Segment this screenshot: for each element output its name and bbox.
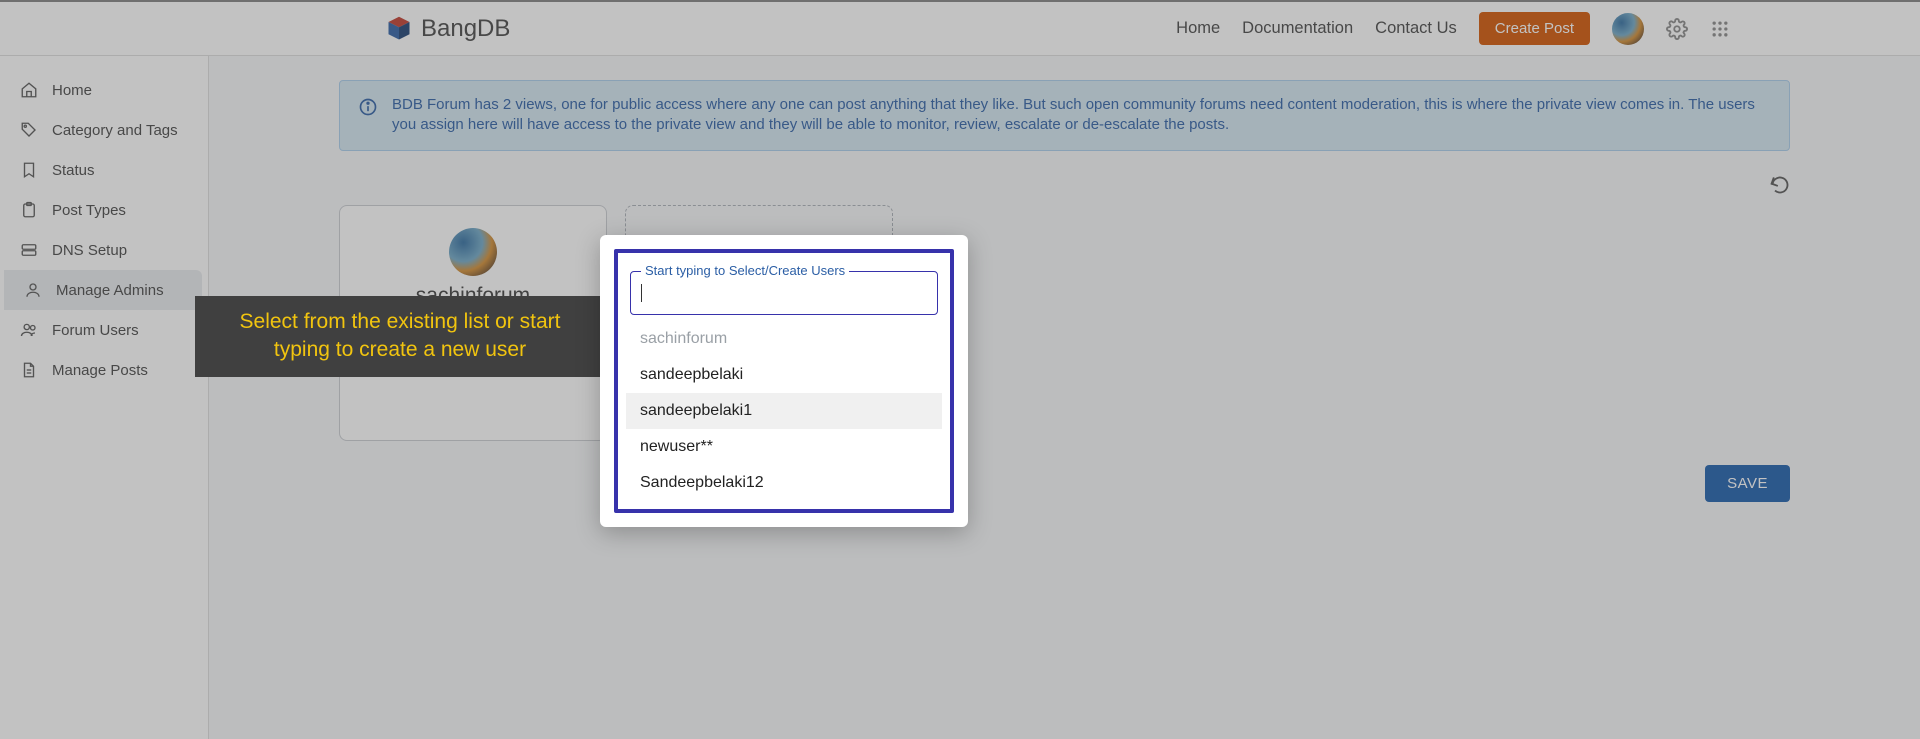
brand[interactable]: BangDB bbox=[385, 15, 510, 43]
sidebar-item-label: Manage Posts bbox=[52, 362, 148, 379]
brand-name: BangDB bbox=[421, 15, 510, 43]
bookmark-icon bbox=[20, 161, 38, 179]
home-icon bbox=[20, 81, 38, 99]
sidebar-item-label: Status bbox=[52, 162, 95, 179]
nav-contact-us[interactable]: Contact Us bbox=[1375, 19, 1457, 38]
user-option[interactable]: sandeepbelaki bbox=[626, 357, 942, 393]
users-icon bbox=[20, 321, 38, 339]
sidebar-item-label: DNS Setup bbox=[52, 242, 127, 259]
user-select-input-wrap[interactable]: Start typing to Select/Create Users bbox=[630, 271, 938, 315]
user-option[interactable]: sandeepbelaki1 bbox=[626, 393, 942, 429]
app-header: BangDB Home Documentation Contact Us Cre… bbox=[0, 0, 1920, 56]
user-option[interactable]: sachinforum bbox=[626, 321, 942, 357]
user-avatar-icon bbox=[449, 228, 497, 276]
info-banner-text: BDB Forum has 2 views, one for public ac… bbox=[392, 95, 1771, 136]
sidebar-item-home[interactable]: Home bbox=[0, 70, 208, 110]
nav-documentation[interactable]: Documentation bbox=[1242, 19, 1353, 38]
file-icon bbox=[20, 361, 38, 379]
refresh-icon[interactable] bbox=[1770, 175, 1790, 195]
brand-logo-icon bbox=[385, 15, 413, 43]
sidebar-item-label: Forum Users bbox=[52, 322, 139, 339]
toolbar bbox=[339, 175, 1790, 195]
sidebar-item-manage-admins[interactable]: Manage Admins bbox=[4, 270, 202, 310]
user-select-modal: Start typing to Select/Create Users sach… bbox=[600, 235, 968, 527]
content-region: BDB Forum has 2 views, one for public ac… bbox=[209, 56, 1920, 739]
sidebar-item-label: Manage Admins bbox=[56, 282, 164, 299]
user-option[interactable]: newuser** bbox=[626, 429, 942, 465]
sidebar-item-label: Post Types bbox=[52, 202, 126, 219]
nav-home[interactable]: Home bbox=[1176, 19, 1220, 38]
sidebar-item-category-tags[interactable]: Category and Tags bbox=[0, 110, 208, 150]
header-inner: BangDB Home Documentation Contact Us Cre… bbox=[190, 12, 1730, 45]
sidebar-item-forum-users[interactable]: Forum Users bbox=[0, 310, 208, 350]
clipboard-icon bbox=[20, 201, 38, 219]
settings-gear-icon[interactable] bbox=[1666, 18, 1688, 40]
sidebar-item-label: Category and Tags bbox=[52, 122, 178, 139]
user-icon bbox=[24, 281, 42, 299]
sidebar-item-label: Home bbox=[52, 82, 92, 99]
user-options-list: sachinforum sandeepbelaki sandeepbelaki1… bbox=[626, 321, 942, 501]
sidebar-item-post-types[interactable]: Post Types bbox=[0, 190, 208, 230]
sidebar-item-status[interactable]: Status bbox=[0, 150, 208, 190]
instruction-tooltip: Select from the existing list or start t… bbox=[195, 296, 605, 377]
apps-grid-icon[interactable] bbox=[1710, 19, 1730, 39]
sidebar-item-manage-posts[interactable]: Manage Posts bbox=[0, 350, 208, 390]
nav-right: Home Documentation Contact Us Create Pos… bbox=[1176, 12, 1730, 45]
server-icon bbox=[20, 241, 38, 259]
sidebar: Home Category and Tags Status Post Types… bbox=[0, 56, 209, 739]
sidebar-item-dns-setup[interactable]: DNS Setup bbox=[0, 230, 208, 270]
save-button[interactable]: SAVE bbox=[1705, 465, 1790, 502]
user-avatar-icon[interactable] bbox=[1612, 13, 1644, 45]
save-row: SAVE bbox=[339, 465, 1790, 502]
info-icon bbox=[358, 97, 378, 136]
create-post-button[interactable]: Create Post bbox=[1479, 12, 1590, 45]
user-select-input-label: Start typing to Select/Create Users bbox=[641, 263, 849, 278]
tag-icon bbox=[20, 121, 38, 139]
instruction-tooltip-text: Select from the existing list or start t… bbox=[240, 310, 561, 361]
user-option[interactable]: Sandeepbelaki12 bbox=[626, 465, 942, 501]
user-select-modal-inner: Start typing to Select/Create Users sach… bbox=[614, 249, 954, 513]
info-banner: BDB Forum has 2 views, one for public ac… bbox=[339, 80, 1790, 151]
